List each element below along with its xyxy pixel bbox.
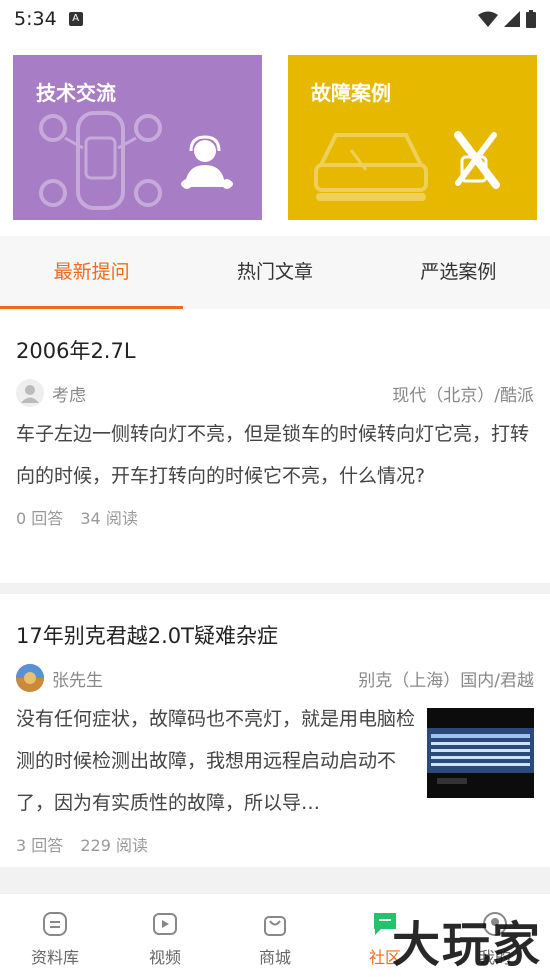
car-chassis-icon [39, 111, 162, 210]
wifi-icon [478, 11, 498, 27]
answer-count: 3 回答 [16, 836, 64, 855]
database-icon [43, 912, 67, 936]
question-content: 车子左边一侧转向灯不亮，但是锁车的时候转向灯它亮，打转向的时候，开车打转向的时候… [16, 423, 530, 487]
mechanic-headset-icon [181, 135, 233, 189]
banner-area: 技术交流 故障案例 [0, 38, 550, 236]
question-title: 17年别克君越2.0T疑难杂症 [16, 624, 278, 648]
cell-signal-icon [504, 11, 520, 27]
diagnostic-screen-image [427, 708, 534, 798]
author-name[interactable]: 考虑 [52, 381, 86, 406]
broken-car-icon [314, 133, 428, 201]
question-body: 没有任何症状，故障码也不亮灯，就是用电脑检测的时候检测出故障，我想用远程启动启动… [16, 692, 534, 824]
read-count: 34 阅读 [80, 509, 138, 528]
nav-database-label: 资料库 [30, 948, 79, 967]
nav-video-label: 视频 [148, 948, 181, 967]
nav-database[interactable]: 资料库 [0, 894, 110, 979]
read-count: 229 阅读 [80, 836, 149, 855]
avatar[interactable] [16, 379, 44, 407]
tab-hot-articles[interactable]: 热门文章 [183, 236, 366, 309]
nav-shop[interactable]: 商城 [220, 894, 330, 979]
question-meta: 张先生 别克（上海）国内/君越 [16, 664, 534, 692]
question-content: 没有任何症状，故障码也不亮灯，就是用电脑检测的时候检测出故障，我想用远程启动启动… [16, 708, 416, 814]
car-model: 现代（北京）/酷派 [392, 385, 534, 406]
battery-icon [526, 10, 536, 28]
tech-exchange-title: 技术交流 [36, 81, 116, 105]
answer-count: 0 回答 [16, 509, 64, 528]
tab-latest-questions[interactable]: 最新提问 [0, 236, 184, 309]
avatar[interactable] [16, 664, 44, 692]
fault-case-title: 故障案例 [311, 81, 391, 105]
status-time: 5:34 [14, 8, 57, 30]
tech-exchange-banner[interactable]: 技术交流 [13, 55, 262, 220]
video-icon [153, 913, 177, 935]
wrench-tools-icon [454, 131, 500, 189]
author-name[interactable]: 张先生 [52, 666, 103, 691]
notification-a-icon: A [68, 12, 83, 26]
fault-case-banner[interactable]: 故障案例 [288, 55, 537, 220]
question-stats: 3 回答 229 阅读 [16, 832, 534, 856]
question-stats: 0 回答 34 阅读 [16, 505, 534, 529]
watermark-logo: 大玩家 [391, 917, 542, 973]
default-user-icon [21, 385, 39, 403]
content-tabs: 最新提问 热门文章 严选案例 [0, 236, 550, 309]
status-bar: 5:34 A [0, 0, 550, 38]
status-right-icons [478, 10, 536, 28]
user-photo-icon [16, 664, 44, 692]
nav-shop-label: 商城 [258, 948, 291, 967]
shop-bag-icon [264, 916, 286, 936]
question-title: 2006年2.7L [16, 339, 136, 363]
question-thumbnail[interactable] [427, 708, 534, 798]
tab-selected-cases[interactable]: 严选案例 [367, 236, 550, 309]
question-card[interactable]: 2006年2.7L 考虑 现代（北京）/酷派 车子左边一侧转向灯不亮，但是锁车的… [0, 309, 550, 583]
car-model: 别克（上海）国内/君越 [358, 670, 534, 691]
question-card[interactable]: 17年别克君越2.0T疑难杂症 张先生 别克（上海）国内/君越 没有任何症状，故… [0, 594, 550, 867]
question-meta: 考虑 现代（北京）/酷派 [16, 379, 534, 407]
nav-video[interactable]: 视频 [110, 894, 220, 979]
